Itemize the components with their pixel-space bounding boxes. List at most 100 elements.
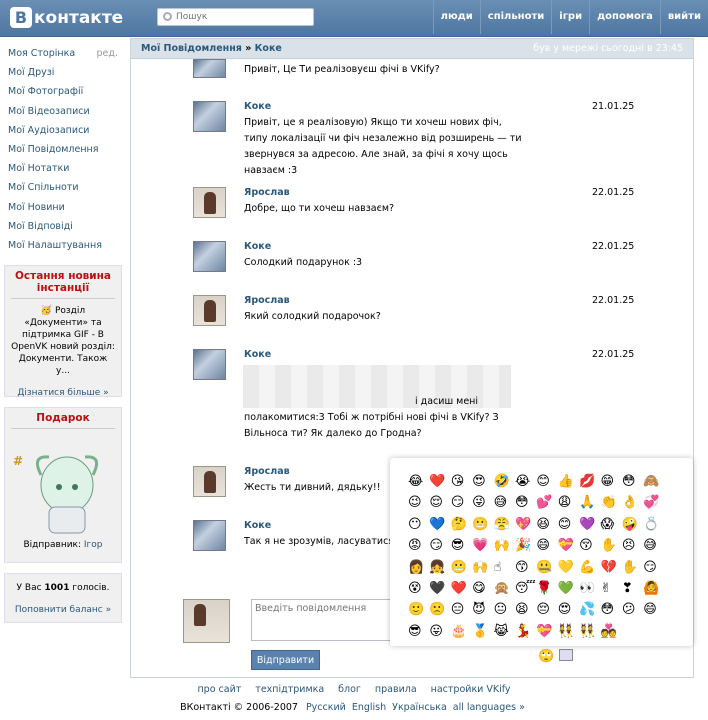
emoji-option[interactable]: 💑 [601,622,622,643]
sender-name[interactable]: Коке [244,101,271,112]
emoji-option[interactable]: 🤪 [622,515,643,536]
emoji-option[interactable]: 🌹 [536,579,557,600]
emoji-option[interactable]: 😊 [536,472,557,493]
emoji-option[interactable]: 🤔 [451,515,472,536]
emoji-option[interactable]: 😄 [536,536,557,557]
emoji-option[interactable]: 😩 [558,493,579,514]
emoji-option[interactable]: 😛 [429,622,450,643]
emoji-option[interactable]: 😹 [494,622,515,643]
emoji-option[interactable]: 👩 [408,558,429,579]
emoji-option[interactable]: 🎉 [515,536,536,557]
emoji-option[interactable]: 😣 [622,536,643,557]
nav-people[interactable]: люди [432,0,480,34]
emoji-option[interactable]: 😌 [429,493,450,514]
emoji-option[interactable]: 👏 [601,493,622,514]
emoji-option[interactable]: 😍 [472,472,493,493]
avatar[interactable] [193,349,226,380]
emoji-option[interactable]: 🙈 [643,472,664,493]
emoji-option[interactable]: 🙂 [408,600,429,621]
emoji-option[interactable]: 😏 [429,536,450,557]
send-button[interactable]: Відправити [251,650,320,670]
emoji-option[interactable]: 😭 [515,472,536,493]
emoji-option[interactable]: 😬 [472,515,493,536]
emoji-option[interactable]: 😎 [451,536,472,557]
footer-vkify-settings-link[interactable]: настройки VKify [431,684,511,702]
emoji-option[interactable]: 😫 [515,600,536,621]
emoji-option[interactable]: 😴 [515,579,536,600]
emoji-option[interactable]: 😏 [451,493,472,514]
emoji-option[interactable]: 😳 [622,472,643,493]
sidebar-item-audio[interactable]: Мої Аудіозаписи [0,121,126,140]
avatar[interactable] [193,241,226,272]
topup-balance-link[interactable]: Поповнити баланс » [15,605,111,615]
emoji-option[interactable]: 😙 [515,558,536,579]
emoji-option[interactable]: ✋ [601,536,622,557]
breadcrumb-user[interactable]: Коке [255,43,282,54]
emoji-option[interactable]: 🎂 [451,622,472,643]
sender-name[interactable]: Ярослав [244,295,290,306]
emoji-option[interactable]: 💖 [515,515,536,536]
emoji-option[interactable]: 💕 [536,493,557,514]
my-avatar[interactable] [183,599,230,643]
avatar[interactable] [193,187,226,218]
emoji-option[interactable]: 💗 [472,536,493,557]
emoji-option[interactable]: 🙊 [494,579,515,600]
avatar[interactable] [193,520,226,551]
emoji-option[interactable]: 😋 [472,579,493,600]
lang-en[interactable]: English [352,702,386,720]
edit-link[interactable]: ред. [97,44,118,63]
emoji-option[interactable]: 👧 [429,558,450,579]
emoji-option[interactable]: 😤 [494,515,515,536]
search-box[interactable] [157,8,314,26]
emoji-option[interactable]: 💪 [579,558,600,579]
footer-about-link[interactable]: про сайт [197,684,241,702]
sender-name[interactable]: Ярослав [244,466,290,477]
breadcrumb-messages[interactable]: Мої Повідомлення [141,43,242,54]
emoji-option[interactable]: 🙌 [494,536,515,557]
emoji-option[interactable]: 🖤 [429,579,450,600]
emoji-option[interactable]: 😄 [643,600,664,621]
avatar[interactable] [193,295,226,326]
emoji-option[interactable]: 😂 [408,472,429,493]
search-input[interactable] [176,10,306,24]
emoji-option[interactable]: 😶 [408,515,429,536]
emoji-option[interactable]: 😑 [451,600,472,621]
emoji-option[interactable]: 🙏 [579,493,600,514]
emoji-option[interactable]: 🙌 [472,558,493,579]
emoji-option[interactable]: 💜 [579,515,600,536]
emoji-option[interactable]: 😍 [558,600,579,621]
emoji-option[interactable]: 💍 [643,515,664,536]
nav-help[interactable]: допомога [589,0,660,34]
emoji-option[interactable]: 😡 [408,536,429,557]
emoji-option[interactable]: ❣ [622,579,643,600]
emoji-option[interactable]: 🙆 [643,579,664,600]
avatar[interactable] [193,101,226,132]
emoji-option[interactable]: 👯 [579,622,600,643]
emoji-option[interactable]: 💛 [558,558,579,579]
sender-name[interactable]: Коке [244,241,271,252]
gift-sender-link[interactable]: Ігор [84,540,103,550]
emoji-option[interactable]: 💚 [558,579,579,600]
news-more-link[interactable]: Дізнатися більше » [17,388,108,398]
all-languages-link[interactable]: all languages » [453,702,525,720]
emoji-option[interactable]: 🤣 [494,472,515,493]
emoji-option[interactable]: 💦 [579,600,600,621]
emoji-option[interactable]: 🤐 [536,558,557,579]
sidebar-item-communities[interactable]: Мої Спільноти [0,178,126,197]
message-input[interactable] [251,599,401,641]
emoji-option[interactable]: 😉 [408,493,429,514]
emoji-option[interactable]: 🙁 [429,600,450,621]
emoji-option[interactable]: 😈 [472,600,493,621]
emoji-option[interactable]: ☝ [494,558,515,579]
sender-name[interactable]: Коке [244,520,271,531]
footer-support-link[interactable]: техпідтримка [255,684,324,702]
emoji-option[interactable]: 😔 [536,600,557,621]
emoji-option[interactable]: ❤️ [429,472,450,493]
nav-communities[interactable]: спільноти [479,0,552,34]
emoji-option[interactable]: 💋 [579,472,600,493]
emoji-option[interactable]: ✌ [601,579,622,600]
emoji-option[interactable]: 😘 [451,472,472,493]
sidebar-item-notes[interactable]: Мої Нотатки [0,159,126,178]
sidebar-item-friends[interactable]: Мої Друзі [0,63,126,82]
sidebar-item-my-page[interactable]: Моя Сторінка ред. [0,44,126,63]
